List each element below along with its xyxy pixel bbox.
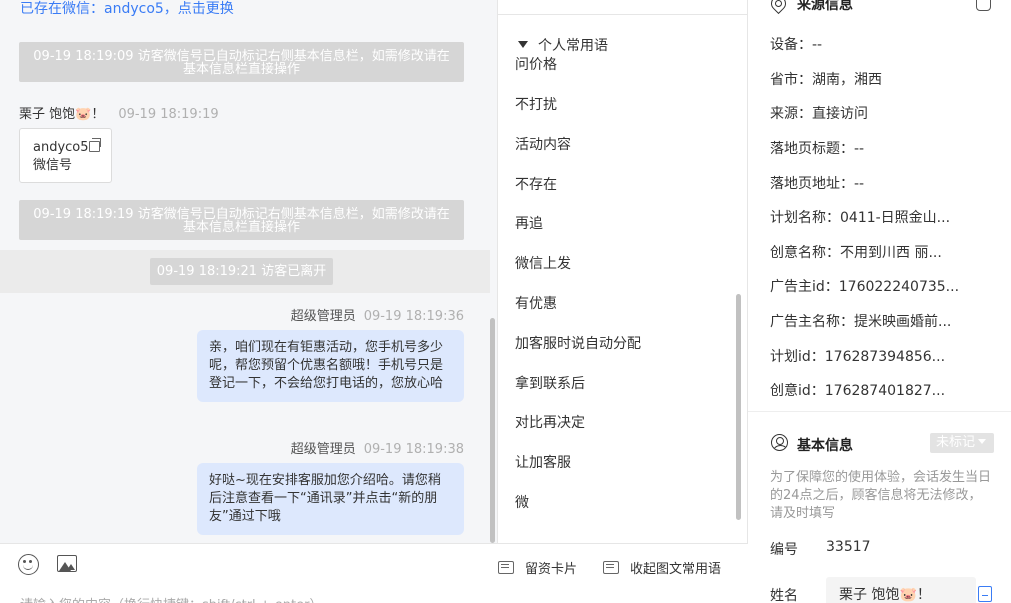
source-row-advertiser-id: 广告主id：176022240735... [770,279,960,295]
customer-info-panel: 来源信息 设备：-- 省市：湖南，湘西 来源：直接访问 落地页标题：-- 落地页… [748,0,1011,603]
edit-icon[interactable] [978,586,992,602]
phrases-icon [603,561,619,574]
source-row-plan-name: 计划名称：0411-日照金山... [770,210,951,226]
caret-down-icon [518,41,528,48]
source-row-landing-title: 落地页标题：-- [770,141,865,157]
phrases-scrollbar[interactable] [736,294,741,520]
phrase-item[interactable]: 有优惠 [515,293,557,313]
phrase-item[interactable]: 活动内容 [515,134,571,154]
edit-deadline-note: 为了保障您的使用体验，会话发生当日的24点之后，顾客信息将无法修改，请及时填写 [770,470,992,521]
source-info-title: 来源信息 [797,0,853,13]
chevron-down-icon [978,439,987,444]
phrase-item[interactable]: 再追 [515,213,543,233]
collapse-phrases-button[interactable]: 收起图文常用语 [603,558,721,577]
visitor-message-header: 栗子 饱饱🐷！ 09-19 18:19:19 [19,103,219,122]
name-field[interactable]: 栗子 饱饱🐷！ [826,577,976,603]
wechat-id: andyco5 [33,140,89,155]
agent-message-header: 超级管理员 09-19 18:19:38 [291,438,464,457]
basic-info-title: 基本信息 [797,438,853,454]
system-message: 09-19 18:19:19 访客微信号已自动标记右侧基本信息栏，如需修改请在 … [19,200,464,240]
phrase-item[interactable]: 让加客服 [515,452,571,472]
leave-card-button[interactable]: 留资卡片 [498,558,577,577]
lock-icon[interactable] [976,0,991,11]
name-label: 姓名 [770,588,798,603]
agent-name: 超级管理员 [290,442,356,457]
source-row-creative-name: 创意名称：不用到川西 丽... [770,245,942,261]
system-message: 09-19 18:19:09 访客微信号已自动标记右侧基本信息栏，如需修改请在 … [19,42,464,82]
agent-message-header: 超级管理员 09-19 18:19:36 [291,305,464,324]
source-row-landing-url: 落地页地址：-- [770,176,865,192]
message-input-area: 留资卡片 收起图文常用语 请输入您的内容（换行快捷键：shift/ctrl + … [0,543,748,603]
source-row-creative-id: 创意id：176287401827... [770,383,946,399]
phrase-item[interactable]: 微 [515,492,529,512]
tag-dropdown[interactable]: 未标记 [930,433,994,453]
message-time: 09-19 18:19:36 [363,309,464,324]
image-icon[interactable] [57,555,77,572]
user-icon [771,434,788,451]
message-time: 09-19 18:19:38 [363,442,464,457]
source-row-device: 设备：-- [770,37,823,53]
visitor-left-notice: 09-19 18:19:21 访客已离开 [150,258,333,285]
chat-workspace: 已存在微信：andyco5，点击更换 09-19 18:19:09 访客微信号已… [0,0,1011,603]
wechat-label: 微信号 [33,158,73,173]
wechat-exists-tip[interactable]: 已存在微信：andyco5，点击更换 [20,0,234,18]
emoji-icon[interactable] [18,554,39,575]
number-value: 33517 [826,539,871,555]
source-row-plan-id: 计划id：176287394856... [770,349,946,365]
phrase-item[interactable]: 对比再决定 [515,412,585,432]
phrase-item[interactable]: 拿到联系后 [515,373,585,393]
phrase-item[interactable]: 加客服时说自动分配 [515,333,641,353]
source-row-advertiser-name: 广告主名称：提米映画婚前... [770,314,952,330]
phrase-item[interactable]: 微信上发 [515,253,571,273]
message-time: 09-19 18:19:19 [118,107,219,122]
message-input[interactable]: 请输入您的内容（换行快捷键：shift/ctrl + enter） [20,594,323,603]
agent-name: 超级管理员 [290,309,356,324]
source-row-source: 来源：直接访问 [770,106,868,122]
visitor-name: 栗子 饱饱🐷！ [19,107,105,122]
copy-icon[interactable] [88,138,101,152]
card-icon [498,561,514,574]
agent-message-bubble: 亲，咱们现在有钜惠活动，您手机号多少呢，帮您预留个优惠名额哦！手机号只是登记一下… [197,330,464,402]
location-pin-icon [767,0,790,15]
chat-panel: 已存在微信：andyco5，点击更换 09-19 18:19:09 访客微信号已… [0,0,497,543]
phrase-item[interactable]: 不存在 [515,174,557,194]
chat-scrollbar[interactable] [490,318,495,543]
number-label: 编号 [770,542,798,558]
source-row-region: 省市：湖南，湘西 [770,72,882,88]
wechat-card[interactable]: andyco5 微信号 [19,128,112,183]
phrase-item[interactable]: 不打扰 [515,94,557,114]
agent-message-bubble: 好哒~现在安排客服加您介绍哈。请您稍后注意查看一下“通讯录”并点击“新的朋友”通… [197,463,464,535]
divider [498,14,747,15]
divider [748,411,1011,412]
phrases-panel: 个人常用语 问价格 不打扰 活动内容 不存在 再追 微信上发 有优惠 加客服时说… [497,0,748,543]
phrase-group-toggle[interactable]: 个人常用语 [518,35,608,55]
phrase-item[interactable]: 问价格 [515,54,557,74]
